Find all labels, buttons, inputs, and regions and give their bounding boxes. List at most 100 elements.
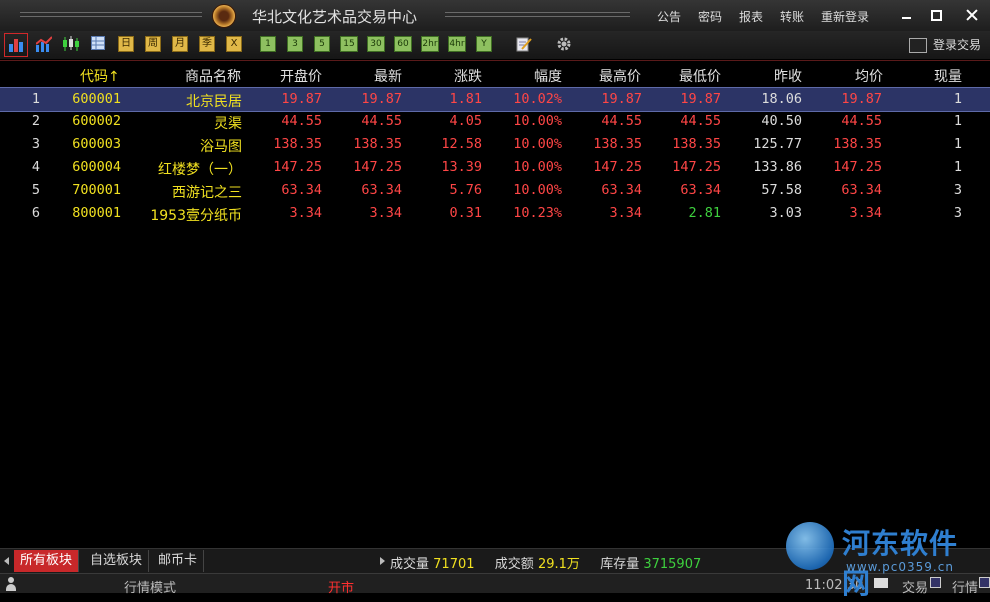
col-header-change[interactable]: 涨跌 <box>454 66 482 86</box>
bar-chart-icon[interactable] <box>4 33 28 57</box>
stock-value: 3715907 <box>643 557 702 572</box>
menu-notice[interactable]: 公告 <box>657 8 681 25</box>
tab-all-boards[interactable]: 所有板块 <box>14 550 80 572</box>
period-week-button[interactable]: 周 <box>145 36 161 52</box>
col-header-last[interactable]: 最新 <box>374 66 402 86</box>
hour-2-button[interactable]: 2hr <box>421 36 439 52</box>
cell-avg: 63.34 <box>841 182 882 198</box>
cell-code: 700001 <box>72 182 121 198</box>
cell-low: 63.34 <box>680 182 721 198</box>
table-row[interactable]: 1 600001 北京民居 19.87 19.87 1.81 10.02% 19.87 19.8… <box>0 87 990 112</box>
minute-1-button[interactable]: 1 <box>260 36 276 52</box>
period-quarter-button[interactable]: 季 <box>199 36 215 52</box>
status-market-open: 开市 <box>328 581 355 596</box>
cell-index: 5 <box>31 182 40 198</box>
col-header-vol[interactable]: 现量 <box>934 66 962 86</box>
toolbar: 日 周 月 季 X 1 3 5 15 30 60 2hr 4hr Y <box>0 31 990 59</box>
status-trade: 交易 <box>902 581 929 596</box>
login-trade-button[interactable]: 登录交易 <box>907 35 990 55</box>
cell-avg: 147.25 <box>833 159 882 175</box>
tab-custom-board[interactable]: 自选板块 <box>84 550 150 572</box>
col-header-open[interactable]: 开盘价 <box>280 66 322 86</box>
year-button[interactable]: Y <box>476 36 492 52</box>
cell-code: 600002 <box>72 113 121 129</box>
period-day-button[interactable]: 日 <box>118 36 134 52</box>
col-header-code-label: 代码 <box>80 69 108 85</box>
col-header-name[interactable]: 商品名称 <box>185 66 241 86</box>
title-decoration-left <box>20 11 202 19</box>
cell-name: 浴马图 <box>200 139 242 155</box>
amount-value: 29.1万 <box>537 557 580 572</box>
col-header-high[interactable]: 最高价 <box>599 66 641 86</box>
cell-index: 6 <box>31 205 40 221</box>
cell-prev: 133.86 <box>753 159 802 175</box>
cell-high: 19.87 <box>601 91 642 107</box>
cell-last: 19.87 <box>361 91 402 107</box>
cell-vol: 3 <box>953 205 962 221</box>
col-header-pct[interactable]: 幅度 <box>534 66 562 86</box>
cell-low: 2.81 <box>688 205 721 221</box>
menu-transfer[interactable]: 转账 <box>780 8 804 25</box>
table-view-icon[interactable] <box>91 36 107 52</box>
cell-index: 4 <box>31 159 40 175</box>
minute-3-button[interactable]: 3 <box>287 36 303 52</box>
tabs-scroll-left-icon[interactable] <box>4 557 9 565</box>
mail-icon[interactable] <box>874 578 888 588</box>
menu-password[interactable]: 密码 <box>698 8 722 25</box>
trade-connection-icon <box>930 577 941 588</box>
user-icon[interactable] <box>6 577 16 591</box>
hour-4-button[interactable]: 4hr <box>448 36 466 52</box>
table-row[interactable]: 3 600003 浴马图 138.35 138.35 12.58 10.00% 138.35 1… <box>0 133 990 156</box>
col-header-avg[interactable]: 均价 <box>855 66 883 86</box>
status-quote: 行情 <box>952 581 979 596</box>
minute-30-button[interactable]: 30 <box>367 36 385 52</box>
cell-prev: 57.58 <box>761 182 802 198</box>
cell-vol: 3 <box>953 182 962 198</box>
tab-stamp-coin-card[interactable]: 邮币卡 <box>152 550 205 572</box>
sort-arrow-icon: ↑ <box>108 69 120 85</box>
cell-open: 44.55 <box>281 113 322 129</box>
table-row[interactable]: 2 600002 灵渠 44.55 44.55 4.05 10.00% 44.55 44.55 4… <box>0 110 990 133</box>
col-header-code[interactable]: 代码↑ <box>80 66 120 86</box>
cell-pct: 10.00% <box>513 182 562 198</box>
title-decoration-right <box>445 11 630 19</box>
cell-open: 138.35 <box>273 136 322 152</box>
edit-note-icon[interactable] <box>516 36 532 52</box>
cell-vol: 1 <box>953 91 962 107</box>
menu-relogin[interactable]: 重新登录 <box>821 8 869 25</box>
col-header-low[interactable]: 最低价 <box>679 66 721 86</box>
cell-index: 1 <box>31 91 40 107</box>
status-time: 11:02:30 <box>805 578 864 593</box>
app-title: 华北文化艺术品交易中心 <box>252 8 418 26</box>
minute-60-button[interactable]: 60 <box>394 36 412 52</box>
period-month-button[interactable]: 月 <box>172 36 188 52</box>
cell-avg: 19.87 <box>841 91 882 107</box>
cell-high: 138.35 <box>593 136 642 152</box>
trend-chart-icon[interactable] <box>35 36 53 52</box>
cell-change: 1.81 <box>449 91 482 107</box>
minute-5-button[interactable]: 5 <box>314 36 330 52</box>
cell-code: 600004 <box>72 159 121 175</box>
close-icon[interactable] <box>963 6 981 24</box>
minimize-icon[interactable] <box>898 6 916 24</box>
cell-high: 63.34 <box>601 182 642 198</box>
cell-vol: 1 <box>953 159 962 175</box>
cell-high: 44.55 <box>601 113 642 129</box>
cell-low: 138.35 <box>672 136 721 152</box>
candlestick-icon[interactable] <box>62 36 79 52</box>
col-header-prev[interactable]: 昨收 <box>774 66 802 86</box>
status-bar: 行情模式 开市 11:02:30 交易 行情 <box>0 573 990 596</box>
tabs-scroll-right-icon[interactable] <box>380 557 385 565</box>
minute-15-button[interactable]: 15 <box>340 36 358 52</box>
menu-report[interactable]: 报表 <box>739 8 763 25</box>
period-x-button[interactable]: X <box>226 36 242 52</box>
table-row[interactable]: 4 600004 红楼梦（一） 147.25 147.25 13.39 10.00% 147.… <box>0 156 990 179</box>
cell-prev: 3.03 <box>769 205 802 221</box>
table-row[interactable]: 6 800001 1953壹分纸币 3.34 3.34 0.31 10.23% 3.34 2.8… <box>0 202 990 225</box>
table-row[interactable]: 5 700001 西游记之三 63.34 63.34 5.76 10.00% 63.34 63.… <box>0 179 990 202</box>
cell-pct: 10.02% <box>513 91 562 107</box>
cell-code: 600003 <box>72 136 121 152</box>
gear-icon[interactable] <box>556 36 572 52</box>
maximize-icon[interactable] <box>927 6 945 24</box>
stock-label: 库存量 <box>600 557 640 572</box>
